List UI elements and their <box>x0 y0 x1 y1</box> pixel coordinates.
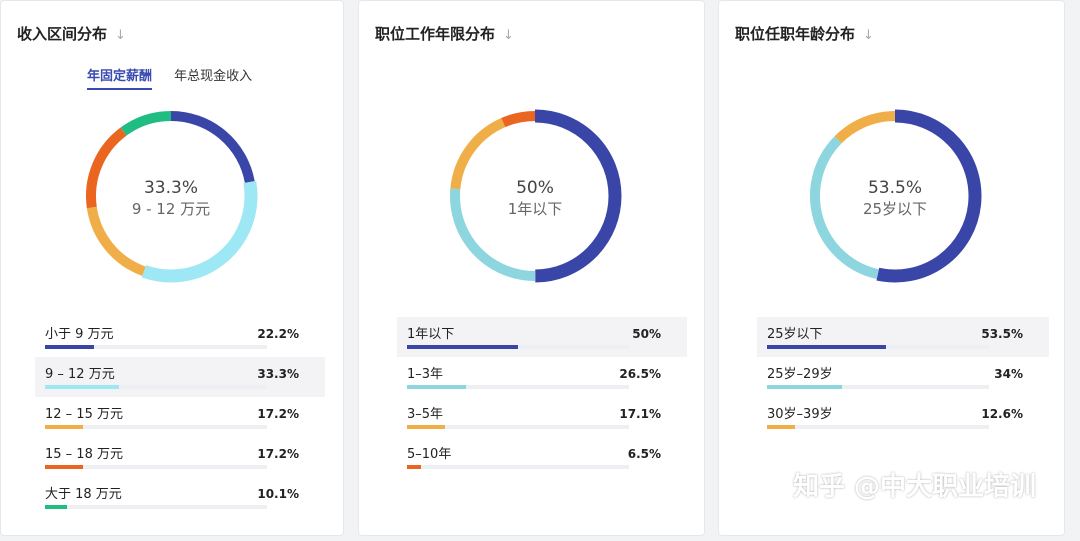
progress-track <box>45 385 267 389</box>
legend-row-value: 10.1% <box>257 487 299 501</box>
panel-title: 职位任职年龄分布 ↓ <box>735 25 874 43</box>
legend-row[interactable]: 30岁–39岁 12.6% <box>757 397 1049 437</box>
legend-row[interactable]: 小于 9 万元 22.2% <box>35 317 325 357</box>
donut-segment[interactable] <box>834 111 896 144</box>
work-years-panel: 职位工作年限分布 ↓ 50% 1年以下 1年以下 50% 1–3年 26.5% 3–5年 1… <box>358 0 705 536</box>
progress-fill <box>45 425 84 429</box>
legend-row-label: 25岁以下 <box>767 327 823 342</box>
progress-fill <box>407 345 518 349</box>
progress-track <box>407 425 629 429</box>
legend-row-label: 15 – 18 万元 <box>45 447 123 462</box>
legend-row-value: 6.5% <box>627 447 661 461</box>
legend-row-value: 53.5% <box>981 327 1023 341</box>
tab-total-cash[interactable]: 年总现金收入 <box>174 65 252 88</box>
legend-row-value: 12.6% <box>981 407 1023 421</box>
sort-arrow-icon[interactable]: ↓ <box>863 28 874 43</box>
legend-rows: 小于 9 万元 22.2% 9 – 12 万元 33.3% 12 – 15 万元 17.2… <box>35 317 325 517</box>
legend-row[interactable]: 3–5年 17.1% <box>397 397 687 437</box>
legend-row-value: 34% <box>994 367 1023 381</box>
legend-row-value: 33.3% <box>257 367 299 381</box>
progress-fill <box>767 385 843 389</box>
donut-segment[interactable] <box>120 111 172 136</box>
legend-row-label: 大于 18 万元 <box>45 487 122 502</box>
legend-row-label: 1–3年 <box>407 367 444 382</box>
progress-track <box>407 385 629 389</box>
watermark: 知乎 @中大职业培训 <box>792 472 1036 502</box>
legend-row[interactable]: 大于 18 万元 10.1% <box>35 477 325 517</box>
donut-chart: 53.5% 25岁以下 <box>805 106 985 286</box>
progress-fill <box>45 505 68 509</box>
sort-arrow-icon[interactable]: ↓ <box>115 28 126 43</box>
donut-center-percent: 53.5% <box>867 178 922 198</box>
legend-rows: 1年以下 50% 1–3年 26.5% 3–5年 17.1% 5–10年 6.5% <box>397 317 687 477</box>
legend-row[interactable]: 12 – 15 万元 17.2% <box>35 397 325 437</box>
legend-row[interactable]: 5–10年 6.5% <box>397 437 687 477</box>
progress-fill <box>767 425 795 429</box>
legend-row-value: 50% <box>632 327 661 341</box>
donut-center-percent: 50% <box>516 178 554 198</box>
progress-fill <box>45 465 84 469</box>
legend-row-label: 25岁–29岁 <box>767 367 833 382</box>
panel-title: 职位工作年限分布 ↓ <box>375 25 514 43</box>
legend-row-value: 22.2% <box>257 327 299 341</box>
legend-row-label: 1年以下 <box>407 327 455 342</box>
progress-fill <box>407 465 422 469</box>
progress-track <box>45 425 267 429</box>
tab-fixed-salary[interactable]: 年固定薪酬 <box>87 65 153 90</box>
income-range-panel: 收入区间分布 ↓ 年固定薪酬 年总现金收入 33.3% 9 - 12 万元 小于 … <box>0 0 344 536</box>
progress-track <box>407 465 629 469</box>
legend-row-label: 小于 9 万元 <box>45 327 114 342</box>
donut-center-percent: 33.3% <box>143 178 198 198</box>
legend-row-label: 12 – 15 万元 <box>45 407 123 422</box>
progress-fill <box>407 385 466 389</box>
legend-row-label: 30岁–39岁 <box>767 407 833 422</box>
sort-arrow-icon[interactable]: ↓ <box>503 28 514 43</box>
donut-center-label: 1年以下 <box>507 200 563 218</box>
donut-segment[interactable] <box>501 111 536 128</box>
legend-row[interactable]: 15 – 18 万元 17.2% <box>35 437 325 477</box>
progress-track <box>767 385 989 389</box>
panel-title: 收入区间分布 ↓ <box>17 25 126 43</box>
legend-rows: 25岁以下 53.5% 25岁–29岁 34% 30岁–39岁 12.6% <box>757 317 1049 437</box>
progress-track <box>767 425 989 429</box>
legend-row[interactable]: 1–3年 26.5% <box>397 357 687 397</box>
legend-row-value: 26.5% <box>619 367 661 381</box>
progress-track <box>45 505 267 509</box>
legend-row-value: 17.2% <box>257 447 299 461</box>
progress-fill <box>767 345 886 349</box>
donut-chart: 33.3% 9 - 12 万元 <box>81 106 261 286</box>
legend-row[interactable]: 9 – 12 万元 33.3% <box>35 357 325 397</box>
legend-row-label: 9 – 12 万元 <box>45 367 115 382</box>
legend-row[interactable]: 1年以下 50% <box>397 317 687 357</box>
progress-track <box>407 345 629 349</box>
legend-row[interactable]: 25岁以下 53.5% <box>757 317 1049 357</box>
legend-row[interactable]: 25岁–29岁 34% <box>757 357 1049 397</box>
legend-row-label: 5–10年 <box>407 447 452 462</box>
donut-center-label: 9 - 12 万元 <box>131 200 211 218</box>
legend-row-value: 17.1% <box>619 407 661 421</box>
progress-track <box>45 465 267 469</box>
progress-fill <box>45 345 95 349</box>
progress-track <box>45 345 267 349</box>
donut-chart: 50% 1年以下 <box>445 106 625 286</box>
salary-type-tabs: 年固定薪酬 年总现金收入 <box>87 65 270 90</box>
progress-track <box>767 345 989 349</box>
donut-segment[interactable] <box>170 111 255 183</box>
legend-row-label: 3–5年 <box>407 407 444 422</box>
age-panel: 职位任职年龄分布 ↓ 53.5% 25岁以下 25岁以下 53.5% 25岁–29岁 3… <box>718 0 1065 536</box>
progress-fill <box>407 425 445 429</box>
legend-row-value: 17.2% <box>257 407 299 421</box>
donut-center-label: 25岁以下 <box>862 200 928 218</box>
progress-fill <box>45 385 119 389</box>
